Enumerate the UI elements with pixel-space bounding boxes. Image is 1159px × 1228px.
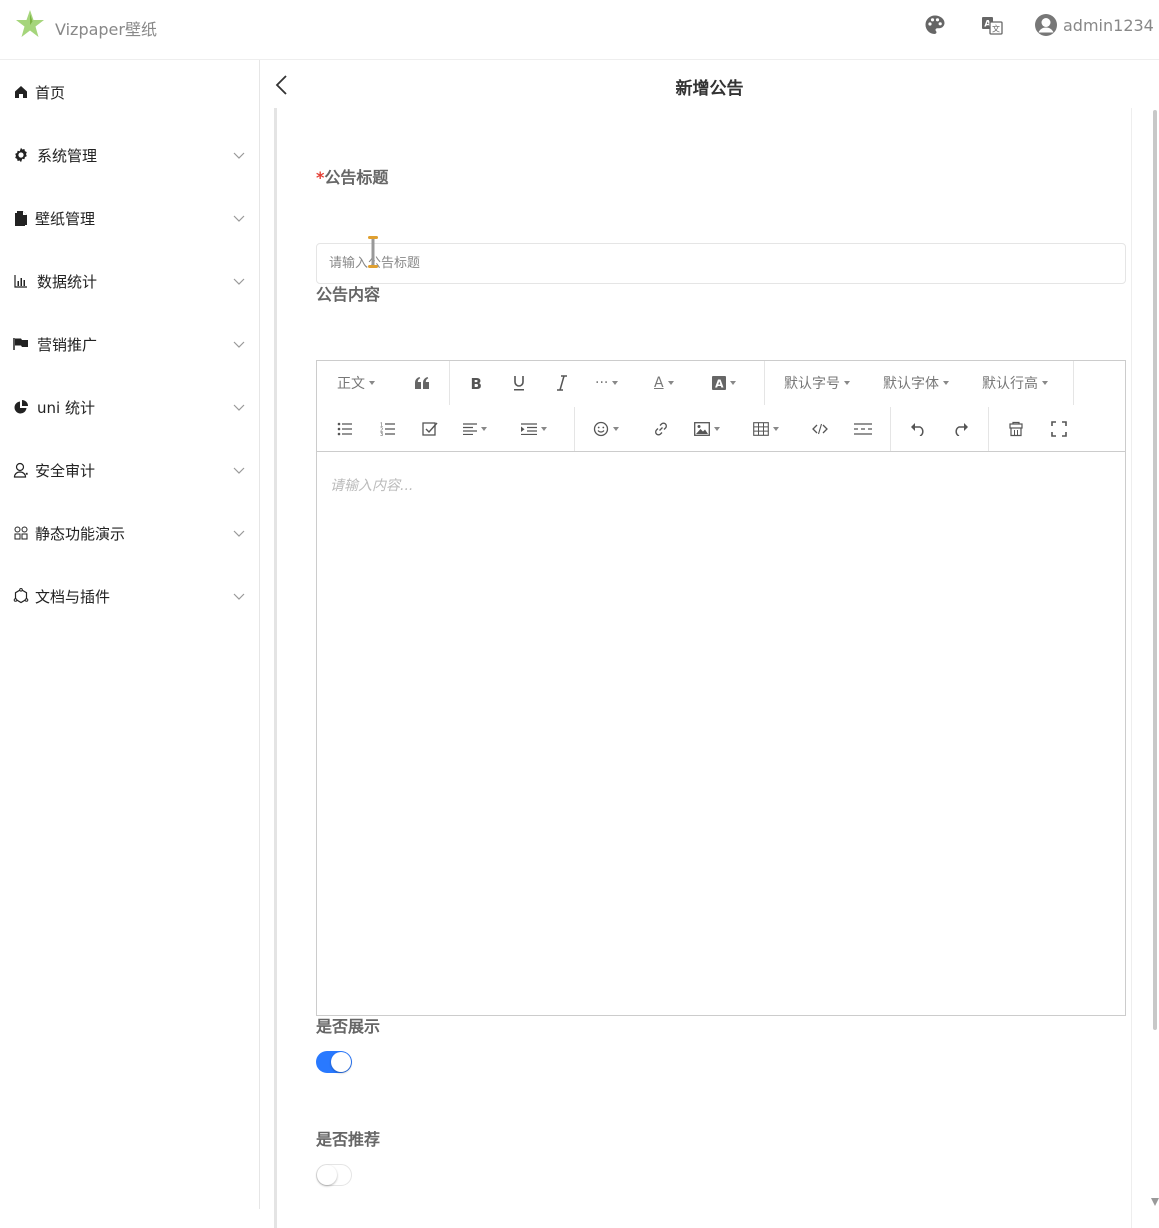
align-select[interactable] <box>463 418 487 440</box>
editor-toolbar: 正文 B ··· A A 默认字号 默认字体 默认行高 1 2 3 <box>317 361 1125 452</box>
undo-icon[interactable] <box>907 418 929 440</box>
svg-text:文: 文 <box>992 24 1000 34</box>
divider-icon[interactable] <box>853 418 873 440</box>
sidebar-item-wallpaper[interactable]: 壁纸管理 <box>0 198 259 238</box>
show-toggle[interactable] <box>316 1051 352 1073</box>
code-icon[interactable] <box>810 418 830 440</box>
recommend-label: 是否推荐 <box>316 1130 381 1149</box>
content-label: 公告内容 <box>316 285 381 304</box>
toggle-knob <box>331 1052 351 1072</box>
svg-text:B: B <box>471 375 482 391</box>
chevron-down-icon <box>233 152 245 159</box>
numbered-list-icon[interactable]: 123 <box>378 418 398 440</box>
sidebar-item-label: 静态功能演示 <box>35 524 126 543</box>
svg-text:A: A <box>715 378 724 391</box>
redo-icon[interactable] <box>950 418 972 440</box>
scroll-down-arrow-icon[interactable] <box>1151 1198 1159 1206</box>
bulleted-list-icon[interactable] <box>335 418 355 440</box>
scrollbar[interactable] <box>1153 110 1157 1030</box>
font-color-select[interactable]: A <box>654 372 674 394</box>
sidebar: 首页 系统管理 壁纸管理 数据统计 营销推广 uni 统计 安全审计 静态功能演… <box>0 60 260 1209</box>
toggle-knob <box>317 1165 337 1185</box>
flag-icon <box>12 335 30 353</box>
sidebar-item-static-demo[interactable]: 静态功能演示 <box>0 513 259 553</box>
grid-icon <box>12 524 30 542</box>
table-icon <box>753 422 769 436</box>
sidebar-item-label: 数据统计 <box>37 272 98 291</box>
translate-icon[interactable]: A 文 <box>981 14 1003 36</box>
background-color-select[interactable]: A <box>712 372 736 394</box>
page-title: 新增公告 <box>675 79 744 99</box>
image-icon <box>694 422 710 436</box>
sidebar-item-label: 安全审计 <box>35 461 96 480</box>
username: admin1234 <box>1063 15 1154 35</box>
indent-icon <box>521 423 537 435</box>
svg-text:3: 3 <box>380 432 383 436</box>
rich-text-editor: 正文 B ··· A A 默认字号 默认字体 默认行高 1 2 3 请输入内容.… <box>316 360 1126 1016</box>
underline-icon[interactable] <box>508 372 530 394</box>
chevron-down-icon <box>233 215 245 222</box>
sidebar-item-label: 壁纸管理 <box>35 209 96 228</box>
bar-chart-icon <box>12 272 30 290</box>
pie-chart-icon <box>12 398 30 416</box>
sidebar-item-docs-plugins[interactable]: 文档与插件 <box>0 576 259 616</box>
editor-placeholder[interactable]: 请输入内容... <box>330 475 413 495</box>
chevron-down-icon <box>233 530 245 537</box>
background-color-icon: A <box>712 376 726 390</box>
files-icon <box>12 209 30 227</box>
quote-icon[interactable] <box>411 372 433 394</box>
image-select[interactable] <box>694 418 720 440</box>
bold-icon[interactable]: B <box>465 372 487 394</box>
emoji-icon <box>593 421 609 437</box>
indent-select[interactable] <box>521 418 547 440</box>
top-bar: Vizpaper壁纸 A 文 admin1234 <box>0 0 1159 60</box>
sidebar-item-label: 系统管理 <box>37 146 98 165</box>
show-label: 是否展示 <box>316 1017 381 1036</box>
home-icon <box>12 83 30 101</box>
sidebar-item-uni-stats[interactable]: uni 统计 <box>0 387 259 427</box>
todo-checkbox-icon[interactable] <box>420 418 440 440</box>
star-logo-icon <box>16 10 44 37</box>
sidebar-item-label: 文档与插件 <box>35 587 111 606</box>
user-menu[interactable]: admin1234 <box>1034 12 1154 38</box>
chevron-down-icon <box>233 341 245 348</box>
heading-select[interactable]: 正文 <box>337 372 375 394</box>
line-height-select[interactable]: 默认行高 <box>982 372 1048 394</box>
table-select[interactable] <box>753 418 779 440</box>
more-format-select[interactable]: ··· <box>595 372 619 394</box>
chevron-down-icon <box>233 278 245 285</box>
user-icon <box>1035 14 1057 36</box>
plugin-icon <box>12 587 30 605</box>
link-icon[interactable] <box>651 418 671 440</box>
title-label: *公告标题 <box>316 164 388 188</box>
align-left-icon <box>463 423 477 435</box>
palette-icon[interactable] <box>924 14 946 36</box>
sidebar-item-system[interactable]: 系统管理 <box>0 135 259 175</box>
app-title: Vizpaper壁纸 <box>55 20 157 39</box>
font-family-select[interactable]: 默认字体 <box>883 372 949 394</box>
form-card: *公告标题 公告内容 正文 B <box>274 108 1132 1228</box>
recommend-toggle[interactable] <box>316 1164 352 1186</box>
sidebar-item-marketing[interactable]: 营销推广 <box>0 324 259 364</box>
sidebar-item-security[interactable]: 安全审计 <box>0 450 259 490</box>
sidebar-item-label: uni 统计 <box>37 398 95 417</box>
clear-format-icon[interactable] <box>1005 418 1027 440</box>
sidebar-item-home[interactable]: 首页 <box>0 72 259 112</box>
fullscreen-icon[interactable] <box>1048 418 1070 440</box>
sidebar-item-label: 首页 <box>35 83 66 102</box>
chevron-down-icon <box>233 404 245 411</box>
sidebar-item-label: 营销推广 <box>37 335 98 354</box>
main-content: 新增公告 *公告标题 公告内容 正文 B <box>260 60 1159 1228</box>
gear-icon <box>12 146 30 164</box>
title-label-text: 公告标题 <box>324 168 389 187</box>
font-size-select[interactable]: 默认字号 <box>784 372 850 394</box>
text-cursor-icon <box>368 236 378 268</box>
italic-icon[interactable] <box>551 372 573 394</box>
chevron-down-icon <box>233 593 245 600</box>
sidebar-item-statistics[interactable]: 数据统计 <box>0 261 259 301</box>
title-input[interactable] <box>316 243 1126 284</box>
person-icon <box>12 461 30 479</box>
emoji-select[interactable] <box>593 418 619 440</box>
chevron-down-icon <box>233 467 245 474</box>
